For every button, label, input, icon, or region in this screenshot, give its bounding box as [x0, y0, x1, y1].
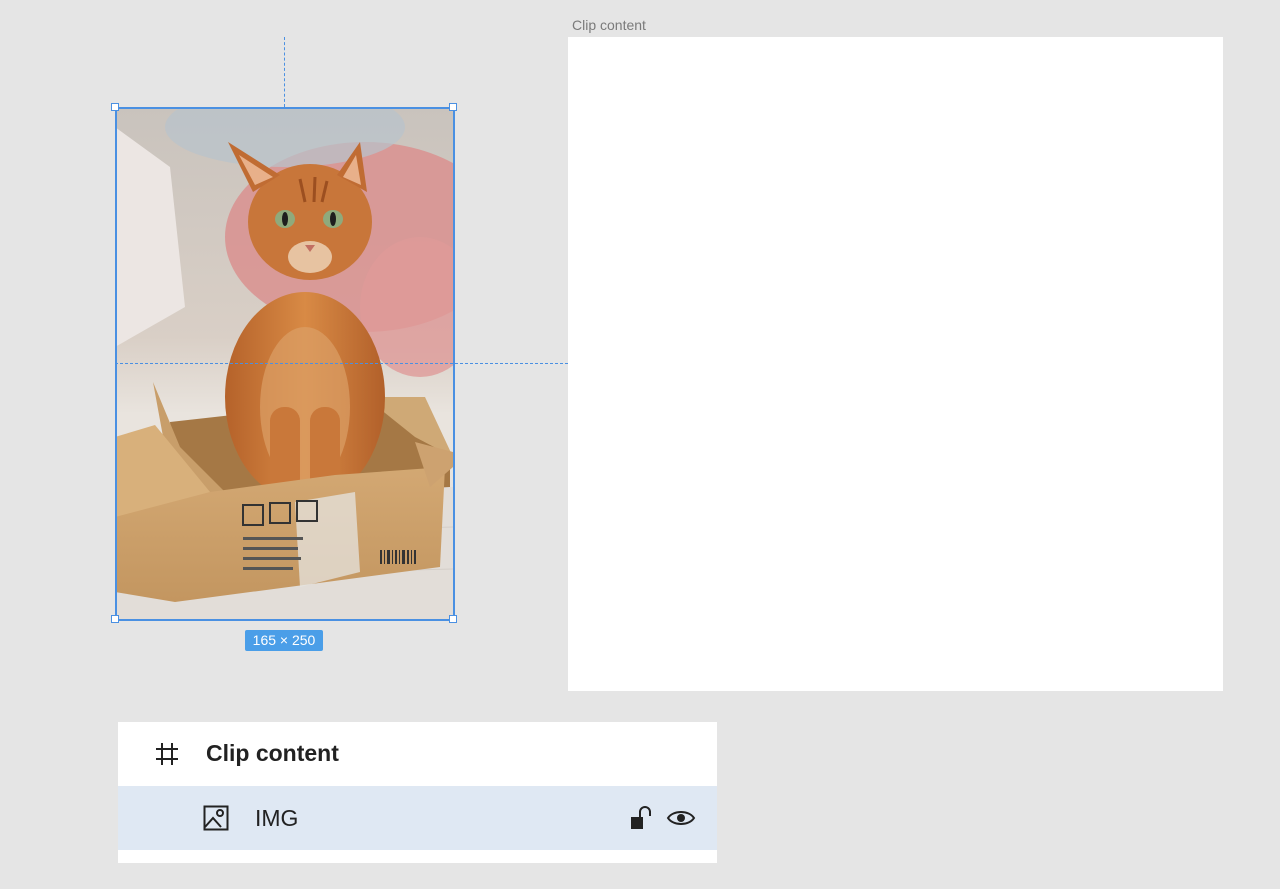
eye-icon[interactable] [666, 807, 696, 829]
clip-content-frame[interactable] [568, 37, 1223, 691]
resize-handle-top-left[interactable] [111, 103, 119, 111]
frame-label[interactable]: Clip content [572, 17, 646, 33]
image-layer-name: IMG [255, 805, 299, 831]
resize-handle-bottom-right[interactable] [449, 615, 457, 623]
resize-handle-bottom-left[interactable] [111, 615, 119, 623]
hash-frame-icon [156, 743, 178, 765]
design-canvas[interactable]: Clip content 165 × 250 Clip content IMG [0, 0, 1280, 889]
image-icon [203, 805, 229, 831]
frame-layer-name: Clip content [206, 740, 339, 766]
resize-handle-top-right[interactable] [449, 103, 457, 111]
unlock-icon[interactable] [629, 805, 653, 831]
vertical-guide [284, 37, 285, 107]
layer-row-img[interactable]: IMG [118, 786, 717, 850]
horizontal-guide [115, 363, 568, 364]
layer-row-clip-content[interactable]: Clip content [118, 722, 717, 786]
layers-panel: Clip content IMG [118, 722, 717, 863]
selection-size-badge: 165 × 250 [245, 630, 323, 651]
